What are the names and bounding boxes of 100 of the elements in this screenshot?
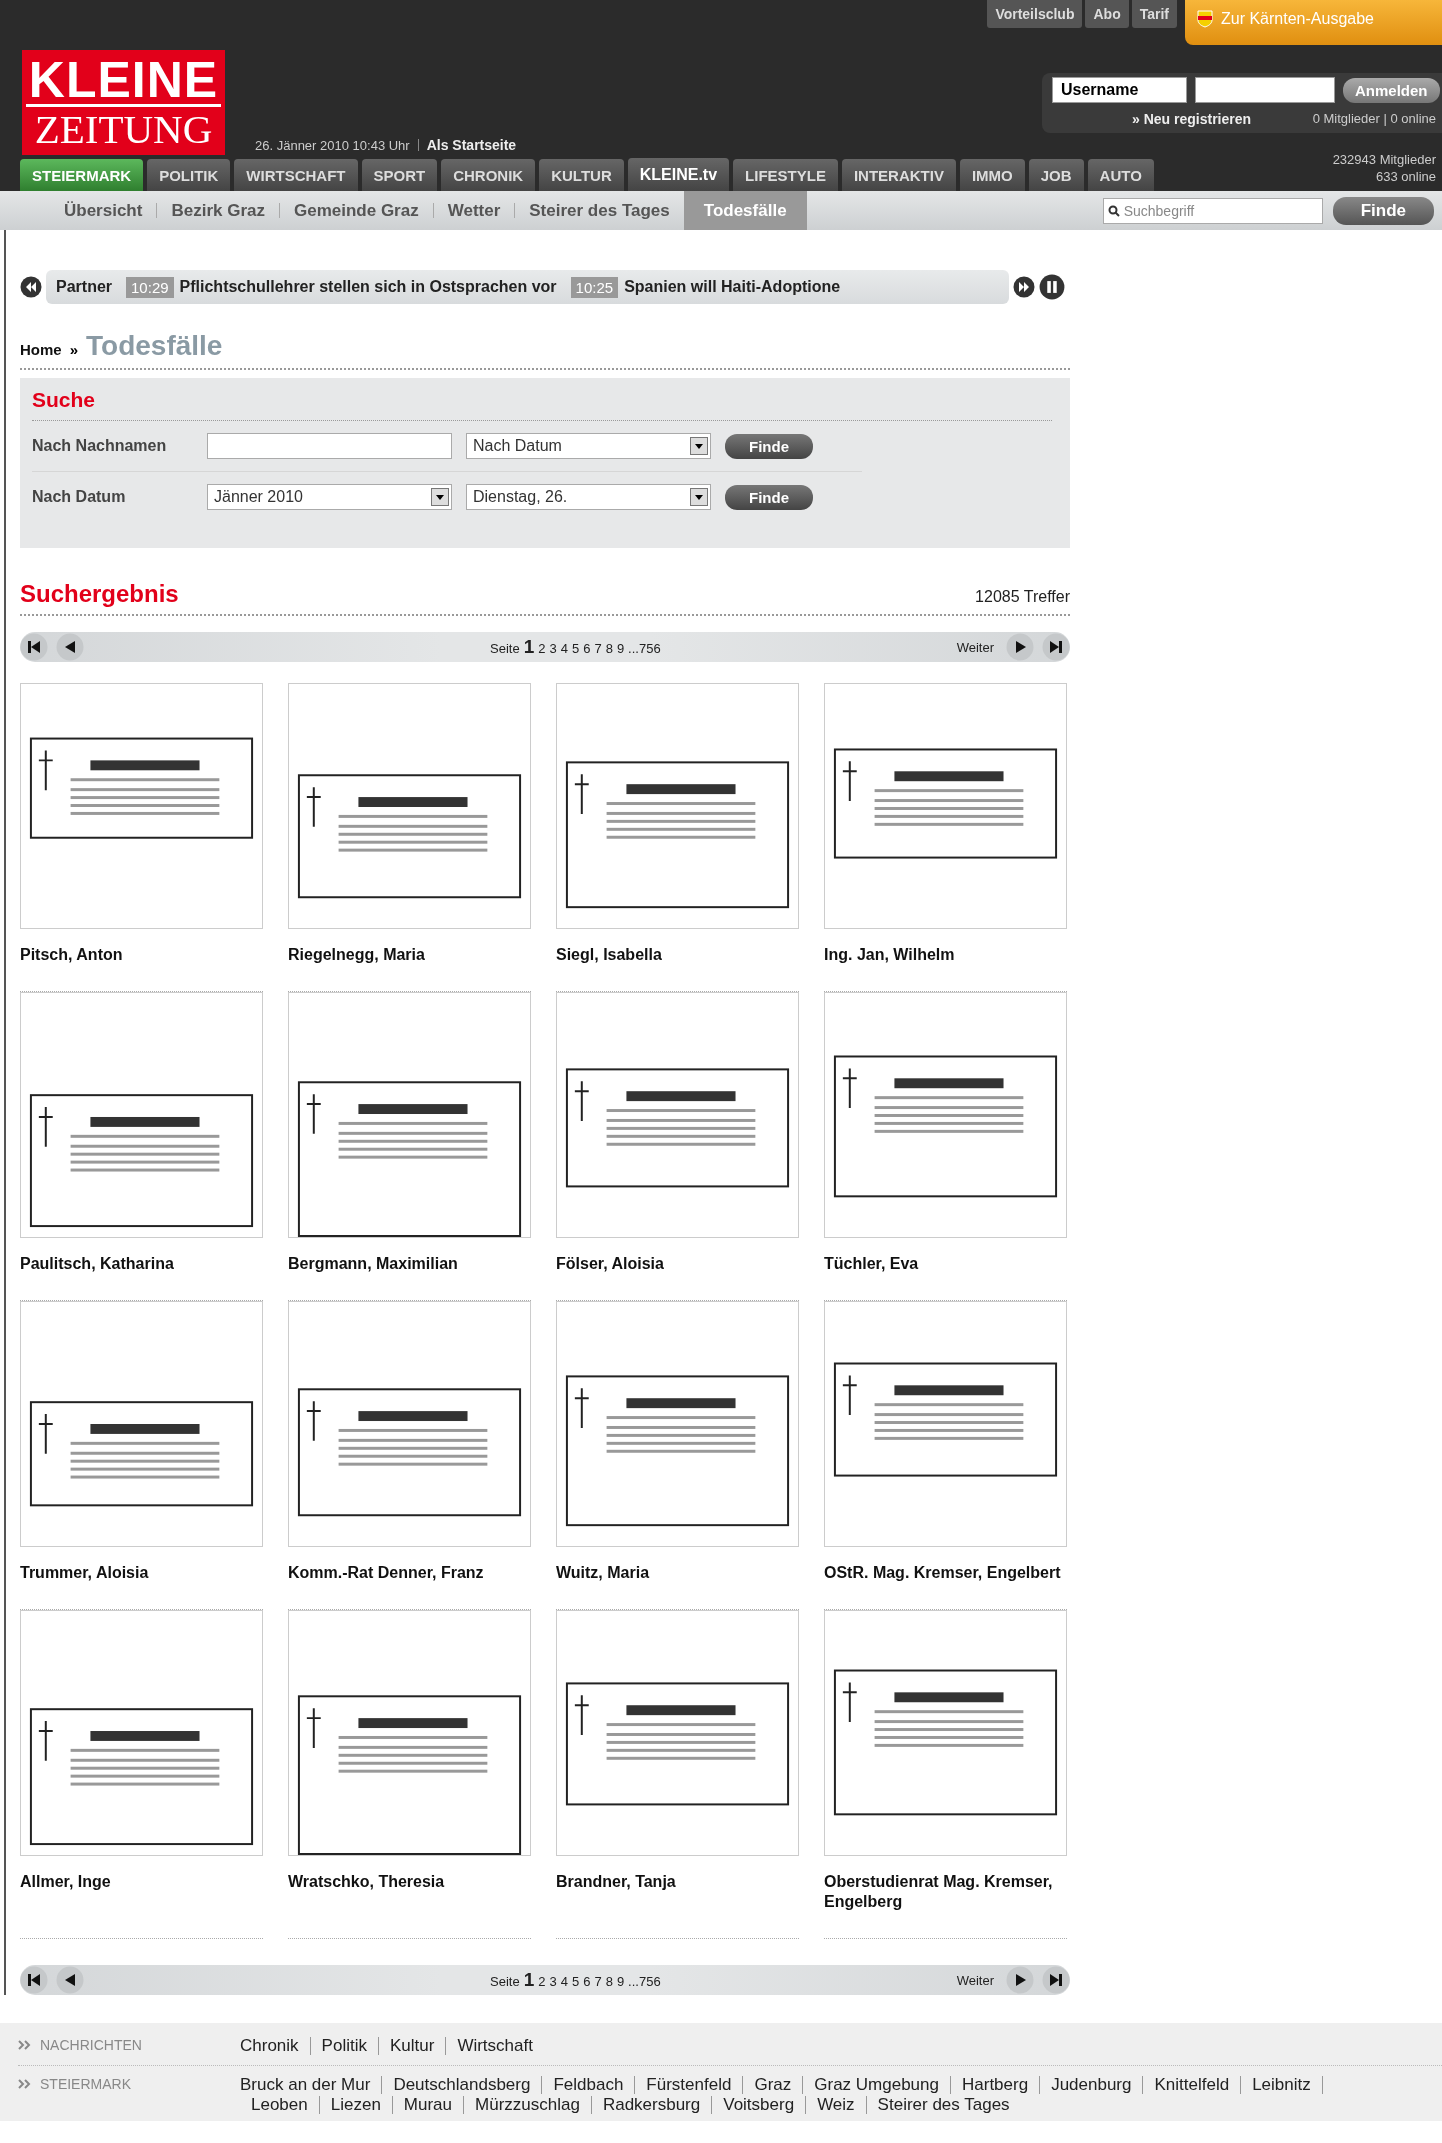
logo[interactable]: KLEINE ZEITUNG bbox=[22, 50, 225, 155]
obituary-notice-image[interactable] bbox=[20, 1610, 263, 1856]
obituary-name-link[interactable]: Allmer, Inge bbox=[20, 1872, 260, 1892]
last-page-icon[interactable] bbox=[1042, 1966, 1070, 1994]
dropdown[interactable]: Jänner 2010 bbox=[207, 484, 452, 510]
page-link[interactable]: 6 bbox=[583, 641, 591, 656]
page-link[interactable]: 7 bbox=[594, 1974, 602, 1989]
page-link[interactable]: 2 bbox=[538, 641, 546, 656]
top-link[interactable]: Abo bbox=[1085, 0, 1129, 28]
password-field[interactable] bbox=[1195, 77, 1335, 103]
page-link[interactable]: 9 bbox=[616, 641, 625, 656]
obituary-notice-image[interactable] bbox=[824, 1301, 1067, 1547]
search-field[interactable]: Suchbegriff bbox=[1102, 197, 1323, 224]
footer-link[interactable]: Kultur bbox=[378, 2037, 447, 2055]
section-tab[interactable]: CHRONIK bbox=[441, 159, 536, 191]
obituary-notice-image[interactable] bbox=[824, 1610, 1067, 1856]
register-link[interactable]: » Neu registrieren bbox=[1132, 111, 1252, 127]
obituary-name-link[interactable]: Trummer, Aloisia bbox=[20, 1563, 260, 1583]
footer-link[interactable]: Politik bbox=[310, 2037, 379, 2055]
page-link[interactable]: 5 bbox=[571, 1974, 580, 1989]
page-link[interactable]: 5 bbox=[571, 641, 580, 656]
obituary-name-link[interactable]: Riegelnegg, Maria bbox=[288, 945, 528, 965]
footer-link[interactable]: Bruck an der Mur bbox=[240, 2076, 383, 2094]
subnav-link[interactable]: Gemeinde Graz bbox=[279, 191, 433, 230]
first-page-icon[interactable] bbox=[20, 633, 48, 661]
surname-field[interactable] bbox=[207, 433, 452, 459]
section-tab[interactable]: KLEINE.tv bbox=[627, 158, 730, 191]
dropdown[interactable]: Dienstag, 26. bbox=[466, 484, 711, 510]
obituary-name-link[interactable]: Paulitsch, Katharina bbox=[20, 1254, 260, 1274]
footer-link[interactable]: Fürstenfeld bbox=[635, 2076, 744, 2094]
page-link[interactable]: ...756 bbox=[628, 641, 661, 656]
find-button[interactable]: Finde bbox=[725, 433, 813, 459]
section-tab[interactable]: IMMO bbox=[959, 159, 1025, 191]
obituary-notice-image[interactable] bbox=[556, 1610, 799, 1856]
home-link[interactable]: Home bbox=[20, 341, 62, 358]
section-tab[interactable]: POLITIK bbox=[147, 159, 231, 191]
footer-link[interactable]: Hartberg bbox=[951, 2076, 1041, 2094]
obituary-notice-image[interactable] bbox=[20, 683, 263, 929]
pause-icon[interactable] bbox=[1039, 274, 1065, 300]
footer-link[interactable]: Chronik bbox=[240, 2037, 311, 2055]
obituary-notice-image[interactable] bbox=[824, 683, 1067, 929]
footer-link[interactable]: Judenburg bbox=[1040, 2076, 1144, 2094]
footer-link[interactable]: Leibnitz bbox=[1241, 2076, 1323, 2094]
section-tab[interactable]: KULTUR bbox=[539, 159, 624, 191]
obituary-name-link[interactable]: Komm.-Rat Denner, Franz bbox=[288, 1563, 528, 1583]
obituary-name-link[interactable]: Bergmann, Maximilian bbox=[288, 1254, 528, 1274]
obituary-name-link[interactable]: OStR. Mag. Kremser, Engelbert bbox=[824, 1563, 1064, 1583]
footer-link[interactable]: Steirer des Tages bbox=[866, 2096, 1021, 2114]
footer-link[interactable]: Knittelfeld bbox=[1143, 2076, 1242, 2094]
top-link[interactable]: Vorteilsclub bbox=[987, 0, 1083, 28]
news-headline[interactable]: Pflichtschullehrer stellen sich in Ostsprachen vor bbox=[179, 278, 557, 296]
page-link[interactable]: 3 bbox=[549, 1974, 557, 1989]
footer-link[interactable]: Leoben bbox=[240, 2096, 320, 2114]
page-link[interactable]: 7 bbox=[594, 641, 602, 656]
footer-link[interactable]: Deutschlandsberg bbox=[382, 2076, 543, 2094]
obituary-notice-image[interactable] bbox=[556, 1301, 799, 1547]
obituary-name-link[interactable]: Ing. Jan, Wilhelm bbox=[824, 945, 1064, 965]
section-tab[interactable]: AUTO bbox=[1087, 159, 1154, 191]
next-link[interactable]: Weiter bbox=[956, 1972, 994, 1988]
obituary-name-link[interactable]: Siegl, Isabella bbox=[556, 945, 796, 965]
subnav-link[interactable]: Übersicht bbox=[50, 191, 157, 230]
top-link[interactable]: Tarif bbox=[1131, 0, 1177, 28]
page-link[interactable]: 8 bbox=[605, 641, 613, 656]
footer-link[interactable]: Feldbach bbox=[542, 2076, 636, 2094]
dropdown[interactable]: Nach Datum bbox=[466, 433, 711, 459]
footer-link[interactable]: Radkersburg bbox=[591, 2096, 713, 2114]
search-button[interactable]: Finde bbox=[1332, 196, 1434, 225]
obituary-name-link[interactable]: Wuitz, Maria bbox=[556, 1563, 796, 1583]
obituary-name-link[interactable]: Wratschko, Theresia bbox=[288, 1872, 528, 1892]
section-tab[interactable]: WIRTSCHAFT bbox=[234, 159, 358, 191]
section-tab[interactable]: INTERAKTIV bbox=[841, 159, 956, 191]
page-link[interactable]: 1 bbox=[523, 1969, 535, 1991]
footer-link[interactable]: Mürzzuschlag bbox=[464, 2096, 592, 2114]
page-link[interactable]: 4 bbox=[560, 641, 568, 656]
last-page-icon[interactable] bbox=[1042, 633, 1070, 661]
obituary-notice-image[interactable] bbox=[20, 1301, 263, 1547]
footer-link[interactable]: Wirtschaft bbox=[446, 2037, 544, 2055]
previous-page-icon[interactable] bbox=[56, 633, 84, 661]
start-page-link[interactable]: Als Startseite bbox=[426, 137, 517, 153]
obituary-name-link[interactable]: Pitsch, Anton bbox=[20, 945, 260, 965]
page-link[interactable]: 8 bbox=[605, 1974, 613, 1989]
section-tab[interactable]: JOB bbox=[1028, 159, 1084, 191]
obituary-notice-image[interactable] bbox=[556, 683, 799, 929]
first-page-icon[interactable] bbox=[20, 1966, 48, 1994]
next-link[interactable]: Weiter bbox=[956, 639, 994, 655]
next-page-icon[interactable] bbox=[1006, 633, 1034, 661]
next-page-icon[interactable] bbox=[1006, 1966, 1034, 1994]
page-link[interactable]: 1 bbox=[523, 636, 535, 658]
page-link[interactable]: 3 bbox=[549, 641, 557, 656]
page-link[interactable]: ...756 bbox=[628, 1974, 661, 1989]
subnav-link[interactable]: Bezirk Graz bbox=[157, 191, 279, 230]
footer-link[interactable]: Weiz bbox=[806, 2096, 867, 2114]
footer-link[interactable]: Graz bbox=[743, 2076, 804, 2094]
obituary-notice-image[interactable] bbox=[288, 1301, 531, 1547]
footer-link[interactable]: Murau bbox=[392, 2096, 465, 2114]
username-field[interactable]: Username bbox=[1052, 77, 1187, 103]
obituary-notice-image[interactable] bbox=[288, 992, 531, 1238]
find-button[interactable]: Finde bbox=[725, 484, 813, 510]
fast-forward-icon[interactable] bbox=[1013, 276, 1035, 298]
section-tab[interactable]: SPORT bbox=[361, 159, 438, 191]
